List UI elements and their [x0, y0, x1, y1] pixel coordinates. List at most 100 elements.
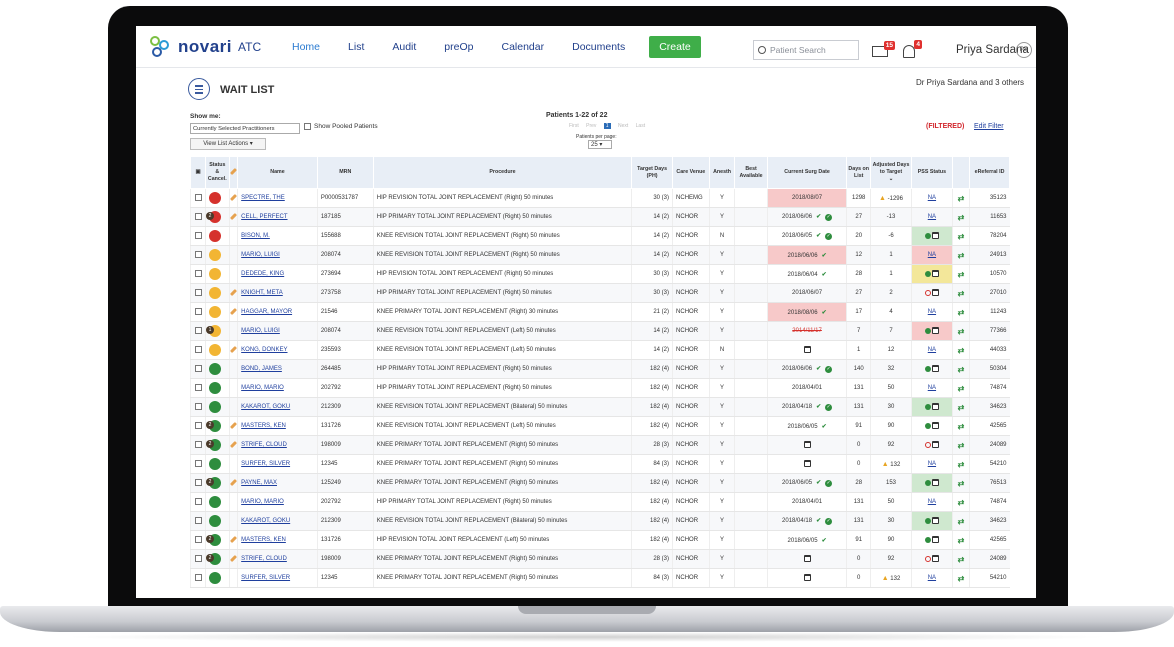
- status-green-icon[interactable]: [209, 496, 222, 508]
- row-checkbox-cell[interactable]: [189, 359, 206, 379]
- surg-date[interactable]: 2018/04/18: [782, 404, 812, 410]
- status-cell[interactable]: 2: [205, 530, 230, 550]
- transfer-cell[interactable]: ⇄: [951, 302, 970, 322]
- patient-name-cell[interactable]: MARIO, LUIGI: [237, 245, 318, 265]
- row-checkbox-cell[interactable]: [189, 397, 206, 417]
- status-cell[interactable]: [205, 188, 230, 208]
- pss-calendar-icon[interactable]: [931, 478, 939, 486]
- transfer-arrows-icon[interactable]: ⇄: [958, 422, 965, 431]
- create-button[interactable]: Create: [649, 35, 701, 58]
- row-checkbox-cell[interactable]: [189, 264, 206, 284]
- surg-date-cell[interactable]: 2018/06/05 ✔: [766, 530, 847, 550]
- col-procedure[interactable]: Procedure: [372, 156, 633, 189]
- pss-status-cell[interactable]: [910, 416, 953, 436]
- pss-na-link[interactable]: NA: [928, 195, 936, 201]
- pencil-cell[interactable]: [228, 226, 238, 246]
- pss-na-link[interactable]: NA: [928, 461, 936, 467]
- patient-name-link[interactable]: BISON, M.: [241, 233, 270, 239]
- pss-calendar-icon[interactable]: [931, 364, 939, 372]
- pencil-cell[interactable]: [228, 454, 238, 474]
- surg-date-cell[interactable]: 2018/06/06 ✔ ✓: [766, 359, 847, 379]
- transfer-cell[interactable]: ⇄: [951, 473, 970, 493]
- pencil-icon[interactable]: [230, 421, 237, 430]
- status-cell[interactable]: 2: [205, 549, 230, 569]
- pencil-cell[interactable]: [228, 302, 238, 322]
- patient-search-input[interactable]: Patient Search: [753, 40, 859, 60]
- row-checkbox[interactable]: [194, 250, 202, 258]
- pss-calendar-icon[interactable]: [931, 402, 939, 410]
- row-checkbox-cell[interactable]: [189, 454, 206, 474]
- row-checkbox-cell[interactable]: [189, 226, 206, 246]
- patient-name-cell[interactable]: KONG, DONKEY: [237, 340, 318, 360]
- row-checkbox-cell[interactable]: [189, 511, 206, 531]
- pss-calendar-icon[interactable]: [931, 535, 939, 543]
- surg-date[interactable]: 2018/08/06: [788, 310, 818, 316]
- patient-name-cell[interactable]: STRIFE, CLOUD: [237, 435, 318, 455]
- calendar-icon[interactable]: [803, 345, 811, 353]
- transfer-arrows-icon[interactable]: ⇄: [958, 327, 965, 336]
- pss-status-cell[interactable]: NA: [910, 188, 953, 208]
- pss-calendar-icon[interactable]: [931, 554, 939, 562]
- pss-status-cell[interactable]: [910, 549, 953, 569]
- status-yellow-icon[interactable]: [209, 268, 222, 280]
- row-checkbox[interactable]: [194, 516, 202, 524]
- row-checkbox[interactable]: [194, 440, 202, 448]
- pencil-cell[interactable]: [228, 511, 238, 531]
- transfer-arrows-icon[interactable]: ⇄: [958, 251, 965, 260]
- table-row[interactable]: SPECTRE, THE P0000531787 HIP REVISION TOTA…: [189, 188, 1010, 208]
- transfer-cell[interactable]: ⇄: [951, 283, 970, 303]
- col-pss-status[interactable]: PSS Status: [910, 156, 953, 189]
- row-checkbox-cell[interactable]: [189, 492, 206, 512]
- transfer-arrows-icon[interactable]: ⇄: [958, 574, 965, 583]
- transfer-cell[interactable]: ⇄: [951, 226, 970, 246]
- pss-calendar-icon[interactable]: [931, 421, 939, 429]
- status-green-icon[interactable]: [209, 382, 222, 394]
- copy-icon[interactable]: ▣: [189, 156, 207, 189]
- pencil-cell[interactable]: [228, 245, 238, 265]
- transfer-arrows-icon[interactable]: ⇄: [958, 365, 965, 374]
- transfer-arrows-icon[interactable]: ⇄: [958, 555, 965, 564]
- pencil-cell[interactable]: [228, 283, 238, 303]
- status-green-icon[interactable]: 2: [206, 553, 222, 565]
- row-checkbox-cell[interactable]: [189, 283, 206, 303]
- surg-date-cell[interactable]: 2018/06/05 ✔: [766, 416, 847, 436]
- nav-home[interactable]: Home: [278, 41, 334, 53]
- pencil-icon[interactable]: [230, 212, 237, 221]
- surg-date-cell[interactable]: 2018/08/06 ✔: [766, 302, 847, 322]
- patient-name-link[interactable]: STRIFE, CLOUD: [241, 556, 287, 562]
- table-row[interactable]: 1 MARIO, LUIGI 208074 KNEE REVISION TOTAL J…: [189, 321, 1010, 341]
- surg-date-cell[interactable]: 2018/06/05 ✔ ✓: [766, 473, 847, 493]
- patient-name-link[interactable]: MARIO, LUIGI: [241, 252, 280, 258]
- patient-name-link[interactable]: BOND, JAMES: [241, 366, 282, 372]
- patient-name-cell[interactable]: STRIFE, CLOUD: [237, 549, 318, 569]
- alerts-bell-icon[interactable]: 4: [903, 40, 922, 58]
- row-checkbox-cell[interactable]: [189, 302, 206, 322]
- pencil-cell[interactable]: [228, 416, 238, 436]
- table-row[interactable]: 2 MASTERS, KEN 131726 HIP REVISION TOTAL JO…: [189, 530, 1010, 550]
- transfer-arrows-icon[interactable]: ⇄: [958, 536, 965, 545]
- pss-na-link[interactable]: NA: [928, 499, 936, 505]
- surg-date-cell[interactable]: 2018/04/01: [766, 492, 847, 512]
- pencil-cell[interactable]: [228, 397, 238, 417]
- surg-date-cell[interactable]: 2018/06/05 ✔ ✓: [766, 226, 847, 246]
- pencil-icon[interactable]: [230, 440, 237, 449]
- table-row[interactable]: 2 PAYNE, MAX 125249 KNEE PRIMARY TOTAL JOIN…: [189, 473, 1010, 493]
- surg-date-cell[interactable]: [766, 454, 847, 474]
- transfer-arrows-icon[interactable]: ⇄: [958, 308, 965, 317]
- surg-date[interactable]: 2018/06/05: [782, 233, 812, 239]
- transfer-cell[interactable]: ⇄: [951, 340, 970, 360]
- row-checkbox[interactable]: [194, 402, 202, 410]
- col-target-days[interactable]: Target Days (PH): [631, 156, 674, 189]
- pss-status-cell[interactable]: NA: [910, 245, 953, 265]
- pss-status-cell[interactable]: NA: [910, 378, 953, 398]
- pss-calendar-icon[interactable]: [931, 288, 939, 296]
- transfer-cell[interactable]: ⇄: [951, 359, 970, 379]
- surg-date[interactable]: 2018/04/18: [782, 518, 812, 524]
- table-row[interactable]: 2 MASTERS, KEN 131726 KNEE REVISION TOTAL J…: [189, 416, 1010, 436]
- status-yellow-icon[interactable]: [209, 287, 222, 299]
- surg-date[interactable]: 2014/11/17: [792, 328, 822, 334]
- pencil-icon[interactable]: [230, 535, 237, 544]
- transfer-cell[interactable]: ⇄: [951, 511, 970, 531]
- pss-status-cell[interactable]: [910, 359, 953, 379]
- row-checkbox[interactable]: [194, 364, 202, 372]
